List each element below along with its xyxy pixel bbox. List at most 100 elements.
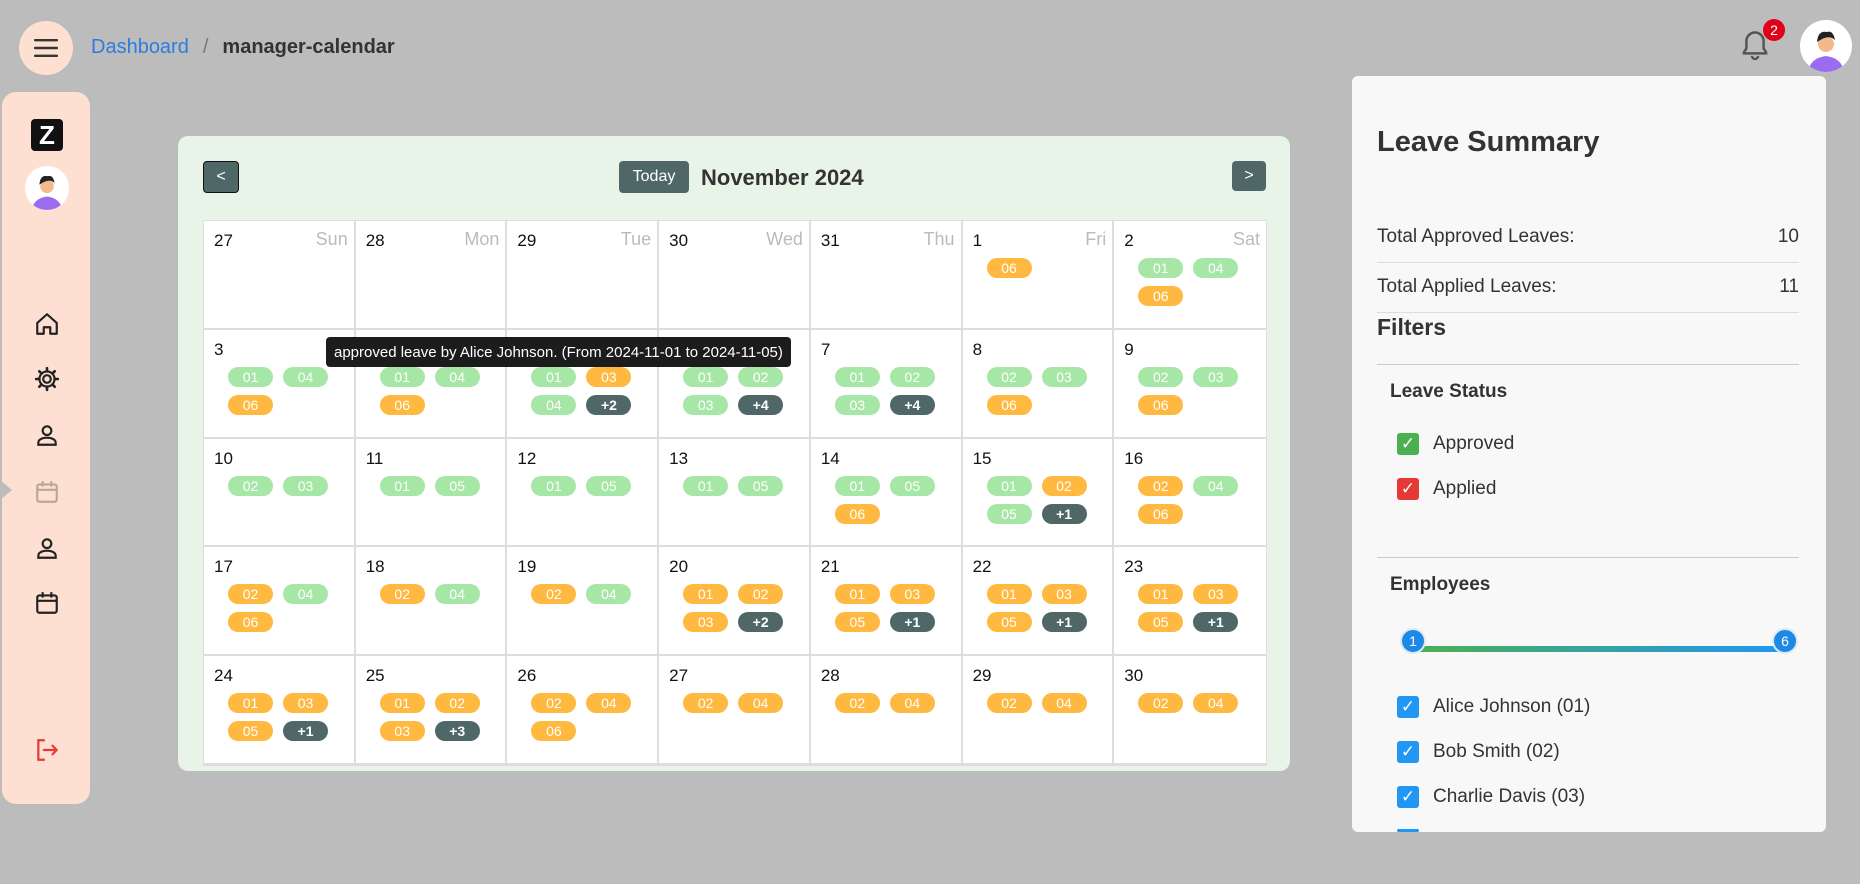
leave-chip-approved[interactable]: 01 bbox=[986, 475, 1032, 496]
more-leaves-chip[interactable]: +3 bbox=[434, 721, 480, 742]
leave-chip-approved[interactable]: 03 bbox=[834, 394, 880, 415]
leave-chip-approved[interactable]: 02 bbox=[228, 475, 273, 496]
leave-chip-applied[interactable]: 03 bbox=[683, 612, 729, 633]
status-filter-applied[interactable]: ✓ Applied bbox=[1397, 478, 1496, 500]
leave-chip-applied[interactable]: 06 bbox=[228, 394, 273, 415]
leave-chip-applied[interactable]: 01 bbox=[986, 584, 1032, 605]
calendar-day-cell[interactable]: 24 01 03 05 +1 bbox=[204, 656, 356, 765]
leave-chip-approved[interactable]: 02 bbox=[889, 366, 935, 387]
leave-chip-approved[interactable]: 05 bbox=[586, 475, 632, 496]
calendar-day-cell[interactable]: 25 01 02 03 +3 bbox=[355, 656, 508, 765]
leave-chip-applied[interactable]: 04 bbox=[1041, 693, 1087, 714]
leave-chip-approved[interactable]: 05 bbox=[889, 475, 935, 496]
leave-chip-applied[interactable]: 04 bbox=[889, 693, 935, 714]
more-leaves-chip[interactable]: +1 bbox=[889, 612, 935, 633]
checkbox-checked-icon[interactable]: ✓ bbox=[1397, 696, 1419, 718]
leave-chip-applied[interactable]: 02 bbox=[228, 584, 273, 605]
leave-chip-approved[interactable]: 01 bbox=[834, 475, 880, 496]
calendar-day-cell[interactable]: 28 02 04 bbox=[810, 656, 963, 765]
leave-chip-approved[interactable]: 03 bbox=[1041, 366, 1087, 387]
leave-chip-approved[interactable]: 04 bbox=[1193, 475, 1239, 496]
employee-filter-charlie[interactable]: ✓ Charlie Davis (03) bbox=[1397, 786, 1585, 808]
calendar-day-cell[interactable]: 10 02 03 bbox=[204, 438, 356, 548]
leave-chip-applied[interactable]: 02 bbox=[1138, 475, 1184, 496]
leave-chip-applied[interactable]: 06 bbox=[1138, 503, 1184, 524]
leave-chip-approved[interactable]: 04 bbox=[1193, 258, 1239, 278]
leave-chip-approved[interactable]: 01 bbox=[683, 366, 729, 387]
calendar-day-cell[interactable]: 30 Wed bbox=[659, 221, 811, 330]
leave-chip-applied[interactable]: 03 bbox=[379, 721, 425, 742]
leave-chip-applied[interactable]: 06 bbox=[379, 394, 425, 415]
calendar-day-cell[interactable]: 30 02 04 bbox=[1114, 656, 1266, 765]
leave-chip-applied[interactable]: 05 bbox=[1138, 612, 1184, 633]
calendar-day-cell[interactable]: 12 01 05 bbox=[507, 438, 660, 548]
calendar-day-cell[interactable]: 20 01 02 03 +2 bbox=[659, 547, 811, 657]
leave-chip-approved[interactable]: 04 bbox=[531, 394, 577, 415]
user-avatar[interactable] bbox=[1800, 20, 1852, 72]
leave-chip-approved[interactable]: 01 bbox=[531, 475, 577, 496]
leave-chip-applied[interactable]: 02 bbox=[379, 584, 425, 605]
calendar-day-cell[interactable]: 27 Sun bbox=[204, 221, 356, 330]
calendar-day-cell[interactable]: 14 01 05 06 bbox=[810, 438, 963, 548]
calendar-day-cell[interactable]: 8 02 03 06 bbox=[962, 329, 1115, 439]
leave-chip-approved[interactable]: 04 bbox=[283, 584, 328, 605]
leave-chip-approved[interactable]: 05 bbox=[434, 475, 480, 496]
calendar-day-cell[interactable]: 28 Mon bbox=[355, 221, 508, 330]
sidebar-item-calendar-active[interactable] bbox=[31, 476, 63, 508]
more-leaves-chip[interactable]: +2 bbox=[586, 394, 632, 415]
leave-chip-applied[interactable]: 05 bbox=[228, 721, 273, 742]
leave-chip-applied[interactable]: 04 bbox=[1193, 693, 1239, 714]
leave-chip-applied[interactable]: 05 bbox=[986, 612, 1032, 633]
calendar-day-cell[interactable]: 19 02 04 bbox=[507, 547, 660, 657]
leave-chip-approved[interactable]: 01 bbox=[1138, 258, 1184, 278]
leave-chip-approved[interactable]: 05 bbox=[986, 503, 1032, 524]
leave-chip-approved[interactable]: 01 bbox=[228, 366, 273, 387]
leave-chip-approved[interactable]: 02 bbox=[986, 366, 1032, 387]
leave-chip-applied[interactable]: 03 bbox=[283, 693, 328, 714]
calendar-day-cell[interactable]: 29 02 04 bbox=[962, 656, 1115, 765]
leave-chip-applied[interactable]: 06 bbox=[531, 721, 577, 742]
leave-chip-approved[interactable]: 01 bbox=[834, 366, 880, 387]
logout-button[interactable] bbox=[31, 734, 63, 766]
leave-chip-approved[interactable]: 04 bbox=[283, 366, 328, 387]
leave-chip-approved[interactable]: 01 bbox=[531, 366, 577, 387]
leave-chip-applied[interactable]: 02 bbox=[1041, 475, 1087, 496]
leave-chip-approved[interactable]: 04 bbox=[434, 366, 480, 387]
prev-month-button[interactable]: < bbox=[203, 161, 239, 193]
leave-chip-applied[interactable]: 01 bbox=[1138, 584, 1184, 605]
leave-chip-applied[interactable]: 06 bbox=[1138, 394, 1184, 415]
more-leaves-chip[interactable]: +1 bbox=[1041, 503, 1087, 524]
status-filter-approved[interactable]: ✓ Approved bbox=[1397, 433, 1514, 455]
leave-chip-applied[interactable]: 02 bbox=[531, 584, 577, 605]
calendar-day-cell[interactable]: 23 01 03 05 +1 bbox=[1114, 547, 1266, 657]
calendar-day-cell[interactable]: 26 02 04 06 bbox=[507, 656, 660, 765]
leave-chip-applied[interactable]: 06 bbox=[228, 612, 273, 633]
checkbox-checked-icon[interactable]: ✓ bbox=[1397, 741, 1419, 763]
sidebar-item-settings[interactable] bbox=[31, 363, 63, 395]
leave-chip-applied[interactable]: 04 bbox=[738, 693, 784, 714]
leave-chip-approved[interactable]: 01 bbox=[683, 475, 729, 496]
leave-chip-applied[interactable]: 02 bbox=[738, 584, 784, 605]
calendar-day-cell[interactable]: 27 02 04 bbox=[659, 656, 811, 765]
leave-chip-approved[interactable]: 02 bbox=[1138, 366, 1184, 387]
calendar-day-cell[interactable]: 18 02 04 bbox=[355, 547, 508, 657]
leave-chip-approved[interactable]: 04 bbox=[434, 584, 480, 605]
more-leaves-chip[interactable]: +1 bbox=[283, 721, 328, 742]
sidebar-item-home[interactable] bbox=[31, 308, 63, 340]
leave-chip-applied[interactable]: 01 bbox=[834, 584, 880, 605]
leave-chip-applied[interactable]: 01 bbox=[683, 584, 729, 605]
checkbox-checked-icon[interactable]: ✓ bbox=[1397, 478, 1419, 500]
leave-chip-applied[interactable]: 02 bbox=[683, 693, 729, 714]
calendar-day-cell[interactable]: 7 01 02 03 +4 bbox=[810, 329, 963, 439]
more-leaves-chip[interactable]: +1 bbox=[1041, 612, 1087, 633]
leave-chip-applied[interactable]: 03 bbox=[889, 584, 935, 605]
leave-chip-approved[interactable]: 05 bbox=[738, 475, 784, 496]
leave-chip-applied[interactable]: 02 bbox=[834, 693, 880, 714]
leave-chip-approved[interactable]: 04 bbox=[586, 584, 632, 605]
leave-chip-applied[interactable]: 03 bbox=[1193, 584, 1239, 605]
next-month-button[interactable]: > bbox=[1232, 161, 1266, 191]
calendar-day-cell[interactable]: 17 02 04 06 bbox=[204, 547, 356, 657]
calendar-day-cell[interactable]: 1 Fri 06 bbox=[962, 221, 1115, 330]
leave-chip-applied[interactable]: 02 bbox=[1138, 693, 1184, 714]
calendar-day-cell[interactable]: 13 01 05 bbox=[659, 438, 811, 548]
